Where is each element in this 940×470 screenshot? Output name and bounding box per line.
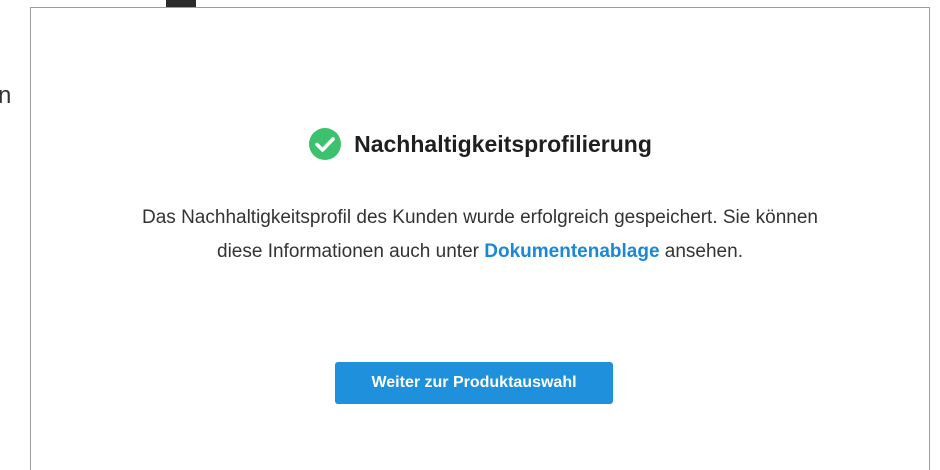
message-line-2-after: ansehen. [659,241,743,262]
message-line-2: diese Informationen auch unter Dokumente… [31,235,929,269]
continue-to-product-selection-button[interactable]: Weiter zur Produktauswahl [335,362,613,404]
message-line-1: Das Nachhaltigkeitsprofil des Kunden wur… [142,207,818,228]
message-line-2-before: diese Informationen auch unter [217,241,485,262]
document-storage-link[interactable]: Dokumentenablage [484,241,659,262]
dialog-title: Nachhaltigkeitsprofilierung [354,130,652,157]
check-circle-icon [308,127,342,161]
dialog-header: Nachhaltigkeitsprofilierung [31,127,929,161]
success-dialog: Nachhaltigkeitsprofilierung Das Nachhalt… [30,7,930,470]
dialog-message: Das Nachhaltigkeitsprofil des Kunden wur… [31,201,929,269]
background-text-fragment: n [0,82,12,109]
page: n Nachhaltigkeitsprofilierung Das Nachha… [0,0,940,470]
